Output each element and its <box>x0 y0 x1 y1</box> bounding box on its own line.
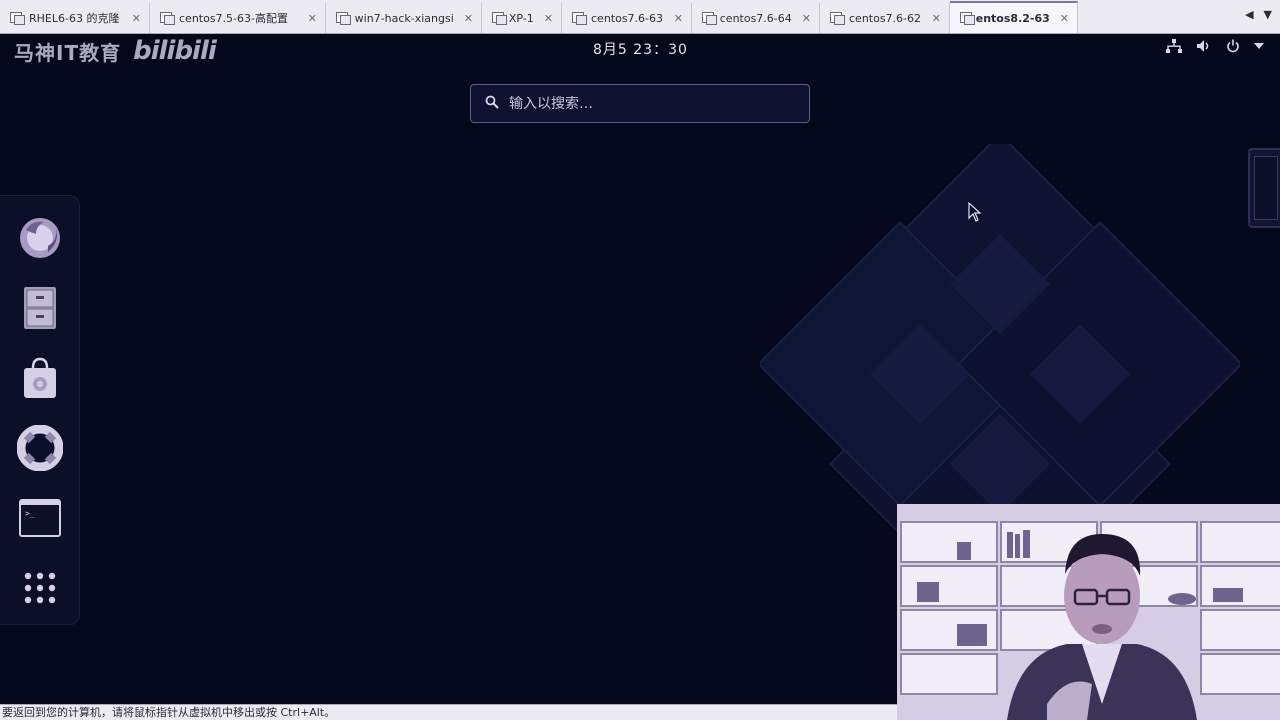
vm-icon <box>336 12 351 25</box>
svg-text:>_: >_ <box>25 509 35 518</box>
close-icon[interactable]: ✕ <box>922 12 941 25</box>
vm-icon <box>830 12 845 25</box>
grid-icon <box>24 572 56 604</box>
tab-centos76-62[interactable]: centos7.6-62 ✕ <box>820 3 950 33</box>
vm-status-bar: 要返回到您的计算机，请将鼠标指针从虚拟机中移出或按 Ctrl+Alt。 <box>0 704 897 720</box>
tab-centos76-63[interactable]: centos7.6-63 ✕ <box>562 3 692 33</box>
chevron-down-icon <box>1254 43 1264 49</box>
firefox-icon <box>20 218 60 258</box>
vm-icon <box>960 12 976 25</box>
tab-win7-hack[interactable]: win7-hack-xiangsi ✕ <box>326 3 482 33</box>
tab-label: centos7.6-63 <box>591 11 664 25</box>
terminal-launcher[interactable]: >_ <box>16 494 64 542</box>
show-apps-button[interactable] <box>16 564 64 612</box>
activities-search[interactable] <box>470 84 810 123</box>
vm-icon <box>10 12 25 25</box>
close-icon[interactable]: ✕ <box>298 12 317 25</box>
files-icon <box>24 287 56 329</box>
tab-scroll-left-icon[interactable]: ◀ <box>1245 8 1253 21</box>
power-icon <box>1226 39 1240 53</box>
tab-label: XP-1 <box>508 11 534 25</box>
close-icon[interactable]: ✕ <box>664 12 683 25</box>
tab-centos76-64[interactable]: centos7.6-64 ✕ <box>692 3 820 33</box>
close-icon[interactable]: ✕ <box>792 12 811 25</box>
tab-xp-1[interactable]: XP-1 ✕ <box>482 3 562 33</box>
terminal-icon: >_ <box>19 499 61 537</box>
mouse-pointer-icon <box>968 202 982 222</box>
software-icon <box>24 357 56 398</box>
tab-rhel6-63-clone[interactable]: RHEL6-63 的克隆 ✕ <box>0 3 150 33</box>
tab-label: centos7.6-62 <box>849 11 922 25</box>
gnome-top-bar: 8月5 23：30 <box>0 34 1280 62</box>
files-launcher[interactable] <box>16 284 64 332</box>
workspace-thumbnail[interactable] <box>1248 148 1280 228</box>
tab-label: RHEL6-63 的克隆 <box>29 12 120 25</box>
vm-icon <box>492 12 507 25</box>
clock[interactable]: 8月5 23：30 <box>593 39 688 59</box>
tab-scroll-controls: ◀ ▼ <box>1245 8 1272 21</box>
close-icon[interactable]: ✕ <box>122 12 141 25</box>
tab-menu-icon[interactable]: ▼ <box>1264 8 1272 21</box>
status-text: 要返回到您的计算机，请将鼠标指针从虚拟机中移出或按 Ctrl+Alt。 <box>2 706 336 719</box>
vm-icon <box>572 12 587 25</box>
help-launcher[interactable] <box>16 424 64 472</box>
tab-centos82-63[interactable]: centos8.2-63 ✕ <box>950 1 1078 33</box>
help-icon <box>17 425 63 471</box>
software-launcher[interactable] <box>16 354 64 402</box>
close-icon[interactable]: ✕ <box>534 12 553 25</box>
close-icon[interactable]: ✕ <box>454 12 473 25</box>
search-icon <box>485 94 499 113</box>
vm-tab-bar: RHEL6-63 的克隆 ✕ centos7.5-63-高配置 ✕ win7-h… <box>0 0 1280 34</box>
search-input[interactable] <box>509 95 789 112</box>
gnome-dash: >_ <box>0 195 80 625</box>
vm-icon <box>702 12 717 25</box>
tab-label: centos7.5-63-高配置 <box>179 12 288 25</box>
firefox-launcher[interactable] <box>16 214 64 262</box>
volume-icon <box>1196 39 1212 53</box>
tab-label: centos7.6-64 <box>719 11 792 25</box>
system-menu[interactable] <box>1166 39 1264 53</box>
close-icon[interactable]: ✕ <box>1050 12 1069 25</box>
webcam-overlay <box>897 504 1280 720</box>
network-icon <box>1166 39 1182 53</box>
tab-label: win7-hack-xiangsi <box>354 11 454 25</box>
vm-icon <box>160 12 175 25</box>
tab-centos75-63[interactable]: centos7.5-63-高配置 ✕ <box>150 3 326 33</box>
tab-label: centos8.2-63 <box>969 11 1050 25</box>
instructor-video <box>897 504 1280 720</box>
